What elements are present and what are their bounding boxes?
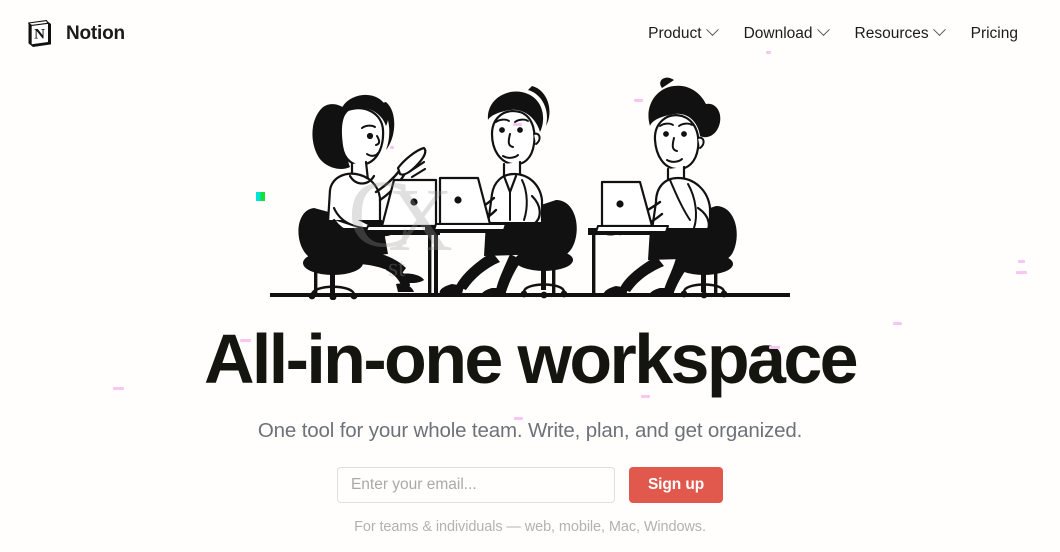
- email-input[interactable]: [336, 467, 615, 503]
- nav-item-pricing[interactable]: Pricing: [971, 25, 1018, 43]
- hero-subtitle: One tool for your whole team. Write, pla…: [257, 419, 803, 442]
- signup-footnote: For teams & individuals — web, mobile, M…: [354, 519, 706, 535]
- site-header: N Notion Product Download Resources Pric…: [0, 0, 1060, 68]
- nav-item-resources[interactable]: Resources: [854, 23, 946, 43]
- brand-logo[interactable]: N Notion: [22, 17, 125, 51]
- brand-name: Notion: [66, 23, 125, 44]
- nav-item-label: Download: [743, 25, 813, 42]
- chevron-down-icon: [705, 23, 719, 37]
- people-at-desks-illustration: C X st: [270, 77, 790, 300]
- nav-item-label: Pricing: [970, 25, 1018, 42]
- hero-section: C X st All-in-one workspace One tool for…: [0, 68, 1060, 535]
- hero-illustration: C X st: [0, 68, 1060, 300]
- nav-item-label: Product: [648, 25, 702, 42]
- sign-up-button[interactable]: Sign up: [628, 467, 724, 503]
- nav-item-product[interactable]: Product: [648, 23, 719, 43]
- page-title: All-in-one workspace: [203, 320, 859, 398]
- chevron-down-icon: [816, 23, 830, 37]
- notion-cube-icon: N: [22, 17, 56, 51]
- main-navigation: Product Download Resources Pricing: [648, 23, 1038, 43]
- nav-item-label: Resources: [854, 25, 929, 42]
- nav-item-download[interactable]: Download: [743, 23, 830, 43]
- svg-text:N: N: [34, 26, 45, 42]
- chevron-down-icon: [932, 23, 946, 37]
- signup-form: Sign up: [0, 467, 1060, 503]
